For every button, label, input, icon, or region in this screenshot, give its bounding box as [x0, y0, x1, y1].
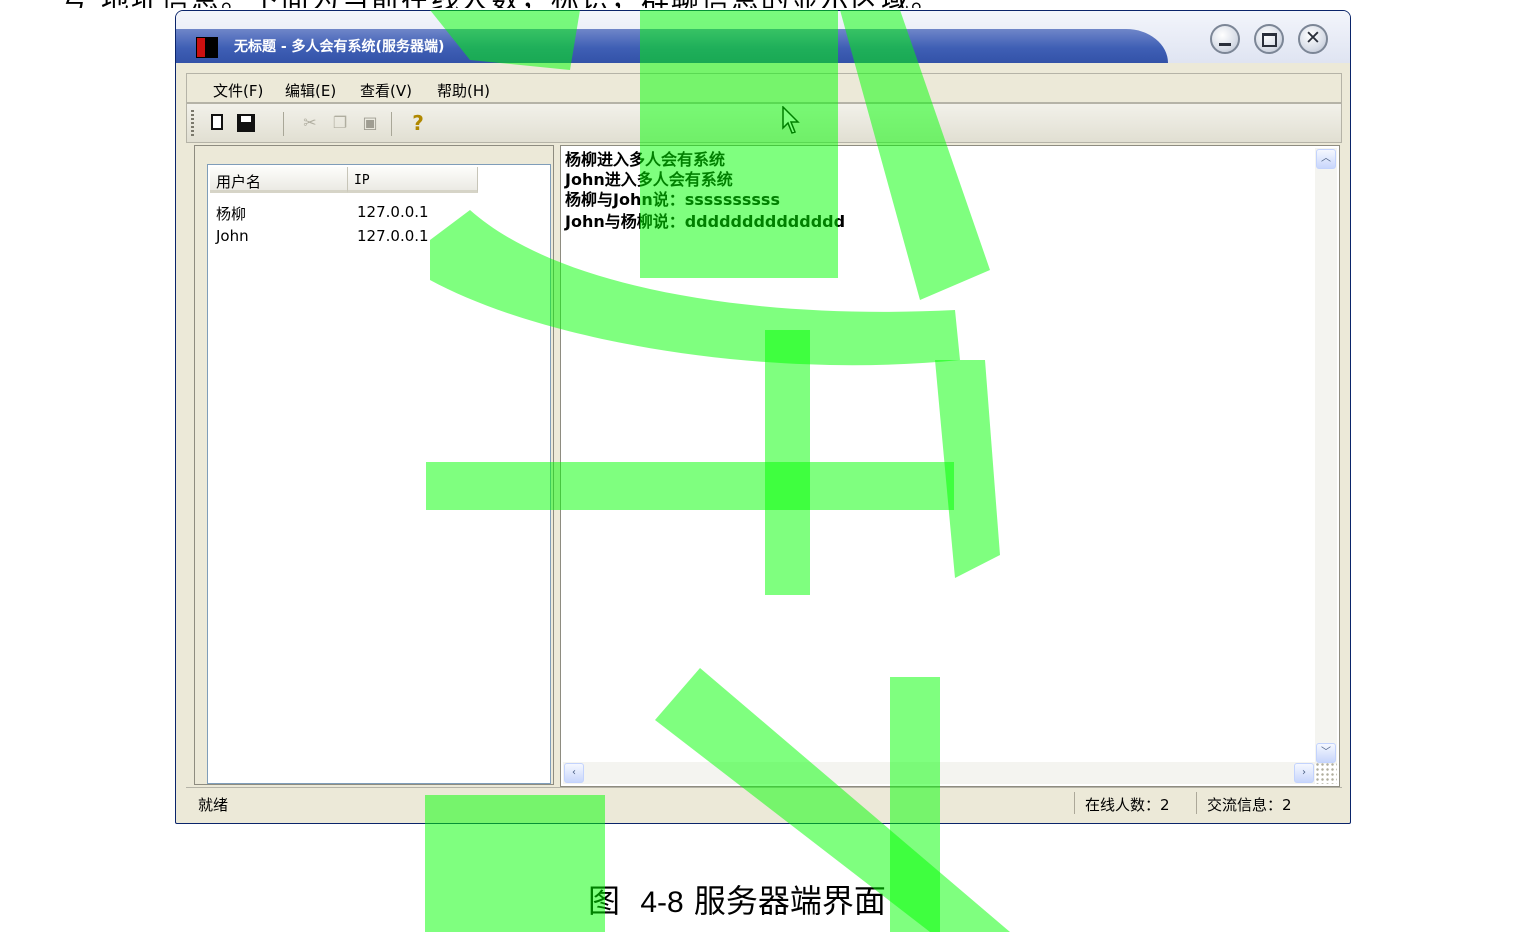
title-tab[interactable]: 无标题 - 多人会有系统(服务器端)	[176, 29, 1168, 63]
menu-view[interactable]: 查看(V)	[360, 80, 412, 101]
chat-log[interactable]: 杨柳进入多人会有系统 John进入多人会有系统 杨柳与John说：sssssss…	[560, 145, 1340, 787]
title-bar[interactable]: 无标题 - 多人会有系统(服务器端) ✕	[176, 11, 1350, 63]
scroll-right-icon[interactable]: ›	[1294, 763, 1314, 783]
chat-line: John与杨柳说：dddddddddddddd	[565, 212, 846, 231]
scroll-up-icon[interactable]: ︿	[1316, 149, 1336, 169]
online-count: 在线人数：2	[1074, 792, 1194, 814]
minimize-icon	[1219, 43, 1231, 46]
caption-prefix: 图	[588, 882, 621, 920]
paste-icon[interactable]: ▣	[359, 112, 381, 134]
mouse-cursor-icon	[782, 106, 800, 134]
maximize-button[interactable]	[1254, 24, 1284, 54]
list-item[interactable]: John 127.0.0.1	[216, 225, 546, 247]
user-ip: 127.0.0.1	[357, 227, 429, 245]
save-icon[interactable]	[235, 112, 257, 134]
message-count: 交流信息：2	[1196, 792, 1316, 814]
maximize-icon	[1261, 33, 1277, 47]
close-button[interactable]: ✕	[1298, 24, 1328, 54]
user-list[interactable]: 用户名 IP 杨柳 127.0.0.1 John 127.0.0.1	[207, 164, 551, 784]
user-name: John	[216, 227, 249, 245]
menu-bar: 文件(F) 编辑(E) 查看(V) 帮助(H)	[186, 73, 1342, 103]
cut-icon[interactable]: ✂	[299, 112, 321, 134]
resize-grip[interactable]	[1315, 762, 1337, 784]
caption-number: 4-8	[640, 886, 684, 919]
new-file-icon[interactable]	[207, 112, 229, 134]
chat-line: John进入多人会有系统	[565, 170, 733, 189]
toolbar-separator	[391, 112, 392, 136]
toolbar: ✂ ❐ ▣ ?	[186, 103, 1342, 143]
user-list-panel: 用户名 IP 杨柳 127.0.0.1 John 127.0.0.1	[194, 145, 554, 785]
scroll-down-icon[interactable]: ﹀	[1316, 743, 1336, 763]
chat-line: 杨柳与John说：ssssssssss	[565, 190, 780, 209]
toolbar-grip[interactable]	[191, 110, 194, 136]
column-header-ip[interactable]: IP	[348, 167, 478, 193]
scroll-left-icon[interactable]: ‹	[564, 763, 584, 783]
status-text: 就绪	[198, 796, 229, 814]
close-icon: ✕	[1305, 27, 1321, 49]
vertical-scrollbar[interactable]: ︿ ﹀	[1315, 148, 1337, 764]
menu-help[interactable]: 帮助(H)	[437, 80, 490, 101]
user-name: 杨柳	[216, 205, 247, 223]
list-item[interactable]: 杨柳 127.0.0.1	[216, 201, 546, 223]
app-window: 无标题 - 多人会有系统(服务器端) ✕ 文件(F) 编辑(E) 查看(V) 帮…	[175, 10, 1351, 824]
figure-caption: 图 4-8 服务器端界面	[588, 876, 886, 922]
user-ip: 127.0.0.1	[357, 203, 429, 221]
chat-line: 杨柳进入多人会有系统	[565, 150, 726, 169]
copy-icon[interactable]: ❐	[329, 112, 351, 134]
menu-edit[interactable]: 编辑(E)	[285, 80, 336, 101]
horizontal-scrollbar[interactable]: ‹ ›	[563, 762, 1315, 784]
help-icon[interactable]: ?	[407, 112, 429, 134]
menu-file[interactable]: 文件(F)	[213, 80, 263, 101]
page-top-text: 号 地址信息。下面为当前在线人数，标识，群聊信息的显示区域。	[60, 0, 941, 8]
column-header-username[interactable]: 用户名	[210, 167, 348, 193]
app-icon[interactable]	[196, 37, 218, 58]
minimize-button[interactable]	[1210, 24, 1240, 54]
status-bar: 就绪 在线人数：2 交流信息：2	[186, 787, 1342, 817]
page-top-text-fragment: 号 地址信息。下面为当前在线人数，标识，群聊信息的显示区域。	[0, 0, 1538, 8]
caption-text: 服务器端界面	[693, 882, 886, 920]
toolbar-separator	[283, 112, 284, 136]
window-title: 无标题 - 多人会有系统(服务器端)	[234, 39, 445, 55]
